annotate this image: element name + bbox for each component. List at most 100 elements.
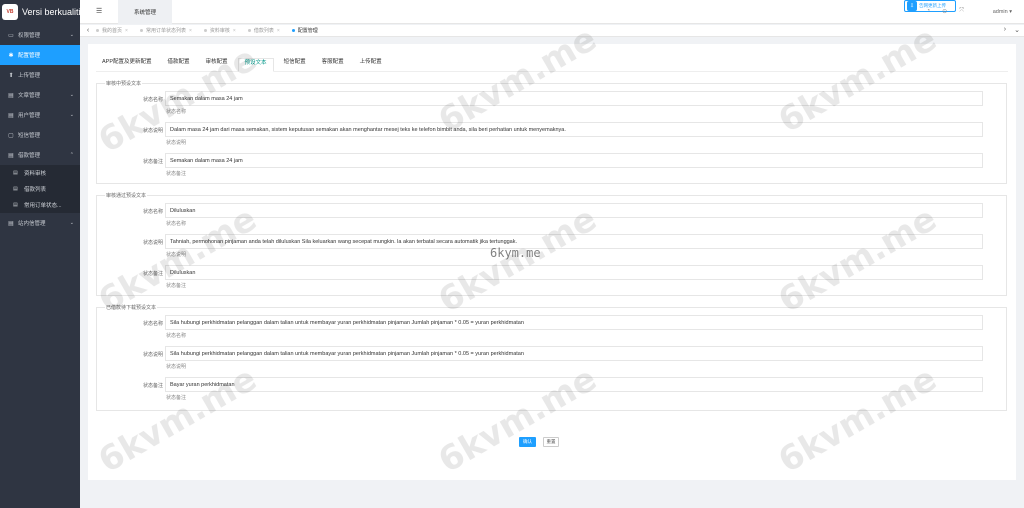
- status-remark-input[interactable]: Bayar yuran perkhidmatan: [165, 377, 983, 392]
- field-label: 状态说明: [142, 128, 163, 134]
- tab-dot-icon: [203, 29, 207, 32]
- status-name-input[interactable]: Semakan dalam masa 24 jam: [165, 91, 983, 106]
- preset-group-pending-download: 已借款待下载预设文本 状态名称 Sila hubungi perkhidmata…: [96, 304, 1007, 411]
- sidebar-subitem-label: 常用订单状态...: [24, 203, 62, 209]
- sidebar-item-label: 用户管理: [18, 113, 41, 119]
- gear-icon: ✱: [8, 52, 14, 59]
- tabs-scroll-left-icon[interactable]: ‹: [80, 27, 96, 34]
- status-name-input[interactable]: Diluluskan: [165, 203, 983, 218]
- tabs-right-controls: › ⌄: [1004, 26, 1020, 34]
- page-tab-home[interactable]: 我的首页 ×: [96, 27, 128, 34]
- status-name-input[interactable]: Sila hubungi perkhidmatan pelanggan dala…: [165, 315, 983, 330]
- upload-icon: ⬆: [8, 72, 14, 79]
- sidebar: VB Versi berkualiti ▭ 权限管理 ⌄ ✱ 配置管理 ⬆ 上传…: [0, 0, 80, 508]
- tab-dot-icon: [139, 29, 143, 32]
- top-tab-system[interactable]: 系统管理: [118, 0, 172, 24]
- field-hint: 状态说明: [166, 140, 187, 146]
- tab-dot-icon: [247, 29, 251, 32]
- sidebar-subitem-label: 资料审核: [24, 171, 47, 177]
- sidebar-item-label: 借款管理: [18, 153, 41, 159]
- sidebar-subitem-review[interactable]: ▤ 资料审核: [0, 165, 80, 181]
- sidebar-item-config[interactable]: ✱ 配置管理: [0, 45, 80, 65]
- list-icon: ▤: [13, 202, 18, 208]
- page-tab-order-status[interactable]: 常用订单状态列表 ×: [139, 27, 192, 34]
- subtab-review-config[interactable]: 审核配置: [200, 58, 234, 72]
- status-desc-input[interactable]: Tahniah, permohonan pinjaman anda telah …: [165, 234, 983, 249]
- status-desc-input[interactable]: Sila hubungi perkhidmatan pelanggan dala…: [165, 346, 983, 361]
- sidebar-item-permissions[interactable]: ▭ 权限管理 ⌄: [0, 25, 80, 45]
- group-legend: 审核通过预设文本: [106, 193, 147, 199]
- sidebar-item-sms[interactable]: ▢ 短信管理: [0, 125, 80, 145]
- field-label: 状态说明: [142, 352, 163, 358]
- subtab-app-config[interactable]: APP配置及更新配置: [96, 58, 158, 72]
- page-tab-label: 配置管理: [297, 28, 318, 34]
- chevron-down-icon: ⌄: [69, 220, 74, 226]
- tabs-scroll-right-icon[interactable]: ›: [1004, 26, 1006, 34]
- status-remark-input[interactable]: Semakan dalam masa 24 jam: [165, 153, 983, 168]
- status-remark-input[interactable]: Diluluskan: [165, 265, 983, 280]
- field-label: 状态备注: [142, 383, 163, 389]
- page-tab-label: 常用订单状态列表: [145, 28, 186, 34]
- brand: VB Versi berkualiti: [0, 0, 80, 24]
- chevron-down-icon: ⌄: [69, 92, 74, 98]
- list-icon: ▤: [8, 112, 14, 119]
- sidebar-item-users[interactable]: ▤ 用户管理 ⌄: [0, 105, 80, 125]
- chevron-up-icon: ⌃: [69, 152, 74, 158]
- subtab-service-config[interactable]: 客服配置: [316, 58, 350, 72]
- close-icon[interactable]: ×: [277, 28, 280, 34]
- page-tab-review[interactable]: 资料审核 ×: [203, 27, 236, 34]
- field-hint: 状态备注: [166, 395, 187, 401]
- top-icons: ◔ ⊙ ⤧: [927, 8, 964, 15]
- field-hint: 状态名称: [166, 221, 187, 227]
- close-icon[interactable]: ×: [125, 28, 128, 34]
- watermark-small: 6kym.me: [490, 246, 541, 260]
- sidebar-item-label: 短信管理: [18, 133, 41, 139]
- status-desc-input[interactable]: Dalam masa 24 jam dari masa semakan, sis…: [165, 122, 983, 137]
- theme-icon[interactable]: ⊙: [942, 8, 947, 15]
- list-icon: ▤: [13, 186, 18, 192]
- fullscreen-icon[interactable]: ⤧: [959, 8, 964, 15]
- field-label: 状态名称: [142, 209, 163, 215]
- field-label: 状态说明: [142, 240, 163, 246]
- field-label: 状态备注: [142, 159, 163, 165]
- page-tab-label: 借款列表: [253, 28, 274, 34]
- tabs-menu-icon[interactable]: ⌄: [1014, 26, 1020, 34]
- user-menu[interactable]: admin ▾: [993, 9, 1012, 15]
- page-tab-label: 资料审核: [209, 28, 230, 34]
- close-icon[interactable]: ×: [189, 28, 192, 34]
- close-icon[interactable]: ×: [233, 28, 236, 34]
- sidebar-item-label: 站内信管理: [18, 221, 46, 227]
- page-tab-label: 我的首页: [102, 28, 123, 34]
- sidebar-item-inbox[interactable]: ▤ 站内信管理 ⌄: [0, 213, 80, 233]
- group-legend: 已借款待下载预设文本: [106, 305, 157, 311]
- list-icon: ▭: [8, 32, 14, 39]
- sidebar-item-articles[interactable]: ▤ 文章管理 ⌄: [0, 85, 80, 105]
- reset-button[interactable]: 重置: [543, 437, 559, 447]
- confirm-button[interactable]: 确认: [519, 437, 536, 447]
- app-title: Versi berkualiti: [22, 7, 80, 17]
- sidebar-subitem-label: 借款列表: [24, 187, 47, 193]
- page-tab-config[interactable]: 配置管理: [291, 27, 318, 34]
- subtab-loan-config[interactable]: 借款配置: [162, 58, 196, 72]
- field-label: 状态备注: [142, 271, 163, 277]
- group-legend: 审核中预设文本: [106, 81, 142, 87]
- subtab-upload-config[interactable]: 上传配置: [354, 58, 388, 72]
- download-icon: ⇩: [907, 1, 917, 11]
- refresh-icon[interactable]: ◔: [927, 8, 931, 15]
- list-icon: ▤: [13, 170, 18, 176]
- sidebar-subitem-order-status[interactable]: ▤ 常用订单状态...: [0, 197, 80, 213]
- config-card: APP配置及更新配置 借款配置 审核配置 预设文本 短信配置 客服配置 上传配置…: [88, 44, 1016, 480]
- page-tab-loan-list[interactable]: 借款列表 ×: [247, 27, 280, 34]
- form-actions: 确认 重置: [519, 437, 559, 447]
- list-icon: ▤: [8, 92, 14, 99]
- sidebar-item-loans[interactable]: ▤ 借款管理 ⌃: [0, 145, 80, 165]
- sidebar-item-upload[interactable]: ⬆ 上传管理: [0, 65, 80, 85]
- menu-toggle-icon[interactable]: ☰: [96, 7, 102, 15]
- preset-group-reviewing: 审核中预设文本 状态名称 Semakan dalam masa 24 jam 状…: [96, 80, 1007, 184]
- field-label: 状态名称: [142, 321, 163, 327]
- sidebar-subitem-loan-list[interactable]: ▤ 借款列表: [0, 181, 80, 197]
- top-bar: ☰ 系统管理 ⇩ 告网更新上传 ◔ ⊙ ⤧ admin ▾: [80, 0, 1024, 24]
- subtab-sms-config[interactable]: 短信配置: [278, 58, 312, 72]
- sidebar-item-label: 文章管理: [18, 93, 41, 99]
- subtab-preset-text[interactable]: 预设文本: [237, 58, 274, 72]
